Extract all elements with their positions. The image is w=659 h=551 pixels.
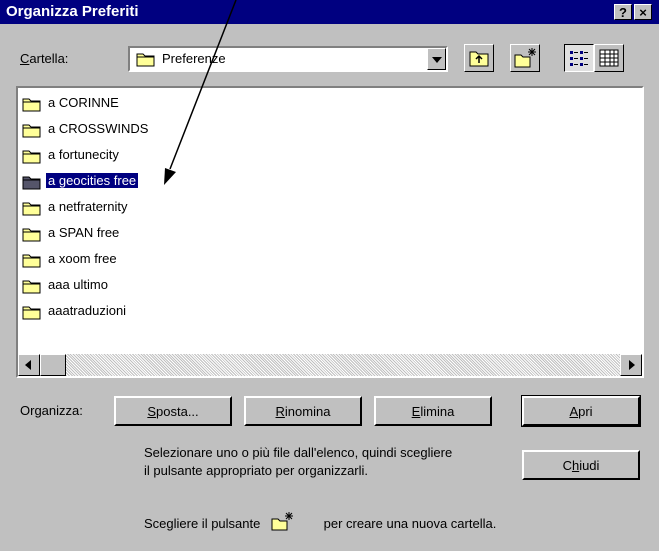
window-title: Organizza Preferiti xyxy=(6,3,139,20)
folder-icon xyxy=(22,280,41,294)
folder-icon xyxy=(22,98,41,112)
file-name: a fortunecity xyxy=(48,147,119,162)
close-dialog-button[interactable]: Chiudi xyxy=(522,450,640,480)
list-view-icon xyxy=(570,51,588,66)
instructions-line-2: il pulsante appropriato per organizzarli… xyxy=(144,463,369,478)
list-item[interactable]: aaa ultimo xyxy=(22,274,110,296)
file-name: a netfraternity xyxy=(48,199,128,214)
folder-label: Cartella: xyxy=(20,51,69,66)
folder-icon xyxy=(136,53,155,67)
open-button[interactable]: Apri xyxy=(521,395,641,427)
close-button[interactable]: × xyxy=(634,4,652,20)
combo-dropdown-button[interactable] xyxy=(427,48,446,70)
new-folder-icon xyxy=(271,512,293,531)
file-name: a CORINNE xyxy=(48,95,119,110)
help-button[interactable]: ? xyxy=(614,4,632,20)
folder-icon xyxy=(22,150,41,164)
title-bar: Organizza Preferiti ? × xyxy=(0,0,659,24)
delete-button[interactable]: Elimina xyxy=(374,396,492,426)
list-item[interactable]: a xoom free xyxy=(22,248,119,270)
close-icon: × xyxy=(639,5,647,20)
file-list[interactable]: a CORINNE a CROSSWINDS a fortunecity a geoc… xyxy=(16,86,644,378)
organize-favorites-dialog: Organizza Preferiti ? × Cartella: Prefer… xyxy=(0,0,659,551)
details-view-button[interactable] xyxy=(594,44,624,72)
new-folder-icon xyxy=(514,48,536,68)
scroll-left-button[interactable] xyxy=(18,354,40,376)
folder-combobox[interactable]: Preferenze xyxy=(128,46,448,72)
folder-icon xyxy=(22,306,41,320)
list-item[interactable]: a fortunecity xyxy=(22,144,121,166)
file-name: aaa ultimo xyxy=(48,277,108,292)
list-item[interactable]: a CORINNE xyxy=(22,92,121,114)
file-name: aaatraduzioni xyxy=(48,303,127,318)
up-folder-icon xyxy=(469,51,489,67)
move-button[interactable]: Sposta... xyxy=(114,396,232,426)
file-name: a SPAN free xyxy=(48,225,120,240)
horizontal-scrollbar[interactable] xyxy=(18,354,642,376)
file-name: a xoom free xyxy=(48,251,117,266)
file-name: a CROSSWINDS xyxy=(48,121,149,136)
scroll-thumb[interactable] xyxy=(40,354,66,376)
new-folder-button[interactable] xyxy=(510,44,540,72)
organize-label: Organizza: xyxy=(20,403,83,418)
instructions-text: Selezionare uno o più file dall'elenco, … xyxy=(144,444,452,480)
folder-icon xyxy=(22,228,41,242)
folder-icon xyxy=(22,254,41,268)
rename-button[interactable]: Rinomina xyxy=(244,396,362,426)
scroll-right-button[interactable] xyxy=(620,354,642,376)
instructions-line-1: Selezionare uno o più file dall'elenco, … xyxy=(144,445,453,460)
list-item[interactable]: aaatraduzioni xyxy=(22,300,128,322)
folder-icon xyxy=(22,202,41,216)
new-folder-hint: Scegliere il pulsante per creare una nuo… xyxy=(144,511,496,533)
details-view-icon xyxy=(599,49,619,67)
folder-icon xyxy=(22,176,41,190)
list-item[interactable]: a netfraternity xyxy=(22,196,130,218)
list-item[interactable]: a CROSSWINDS xyxy=(22,118,150,140)
current-folder: Preferenze xyxy=(162,51,226,66)
file-name: a geocities free xyxy=(44,172,140,189)
list-view-button[interactable] xyxy=(564,44,594,72)
scroll-track[interactable] xyxy=(66,354,620,376)
list-item[interactable]: a geocities free xyxy=(22,170,140,192)
scroll-right-icon xyxy=(629,360,635,370)
folder-icon xyxy=(22,124,41,138)
help-icon: ? xyxy=(619,5,627,20)
up-folder-button[interactable] xyxy=(464,44,494,72)
scroll-left-icon xyxy=(25,360,31,370)
list-item[interactable]: a SPAN free xyxy=(22,222,121,244)
